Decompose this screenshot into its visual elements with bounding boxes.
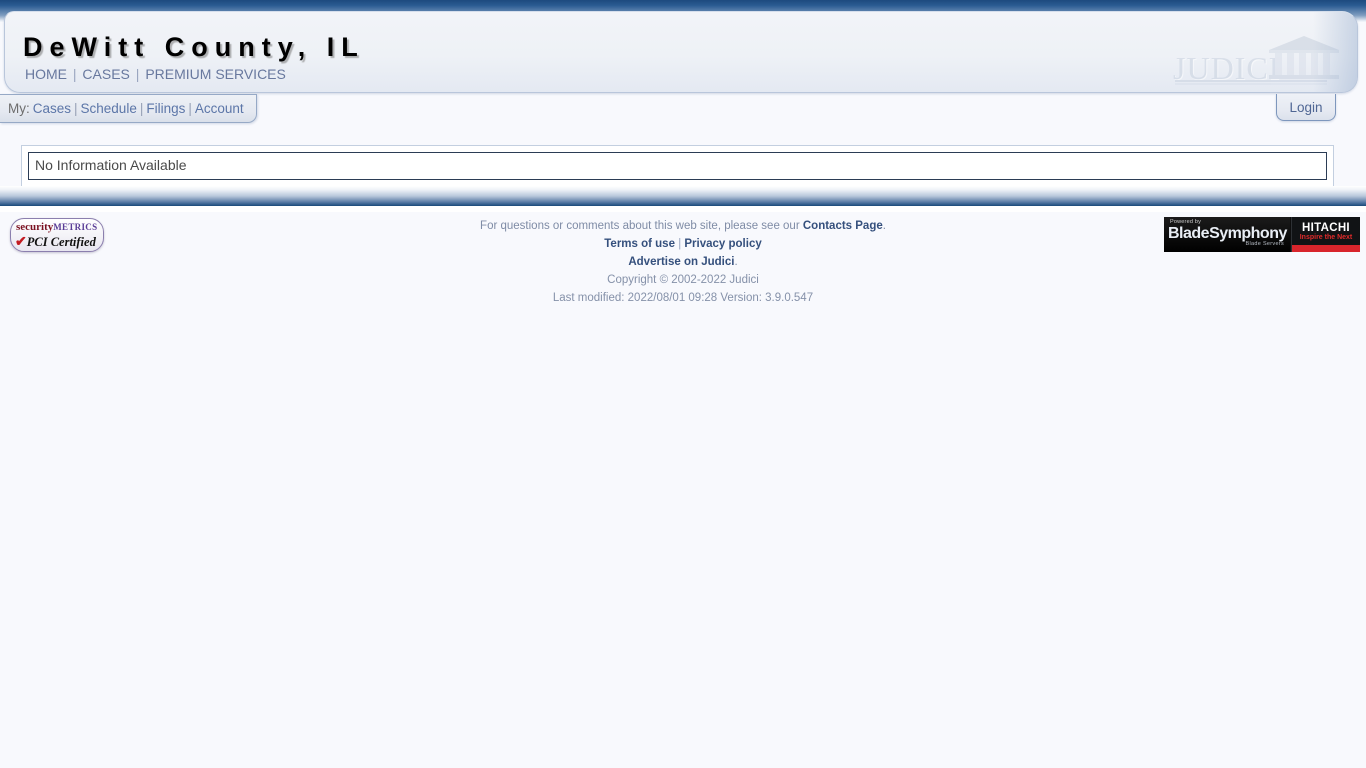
footer-contact-suffix: . <box>882 220 886 232</box>
nav-item-premium-services[interactable]: PREMIUM SERVICES <box>145 66 286 82</box>
footer-link-terms-of-use[interactable]: Terms of use <box>604 238 675 250</box>
bladesymphony-hitachi-banner[interactable]: Powered by BladeSymphony Blade Servers H… <box>1164 217 1360 252</box>
footer-advertise-suffix: . <box>734 256 738 268</box>
my-menu-label: My: <box>8 101 30 116</box>
footer-contact-line: For questions or comments about this web… <box>0 217 1366 235</box>
checkmark-icon: ✔ <box>15 235 27 250</box>
footer-last-modified: Last modified: 2022/08/01 09:28 Version:… <box>552 292 814 304</box>
bladesymphony-subtitle: Blade Servers <box>1245 241 1284 247</box>
my-link-filings[interactable]: Filings <box>146 101 185 116</box>
securitymetrics-certified-line: ✔PCI Certified <box>15 234 96 251</box>
page-footer: For questions or comments about this web… <box>0 212 1366 312</box>
my-link-account[interactable]: Account <box>195 101 244 116</box>
securitymetrics-word-security: security <box>16 221 54 233</box>
securitymetrics-badge[interactable]: securityMETRICS ✔PCI Certified <box>10 218 104 252</box>
nav-item-cases[interactable]: CASES <box>82 66 129 82</box>
my-link-cases[interactable]: Cases <box>33 101 71 116</box>
footer-legal-line: Terms of use | Privacy policy <box>0 235 1366 253</box>
courthouse-icon <box>1269 36 1339 79</box>
footer-contact-prefix: For questions or comments about this web… <box>480 220 803 232</box>
no-information-message: No Information Available <box>28 152 1327 180</box>
nav-item-home[interactable]: HOME <box>25 66 67 82</box>
page-title: DeWitt County, IL <box>23 32 365 62</box>
footer-advertise-line: Advertise on Judici. <box>0 253 1366 271</box>
nav-separator: | <box>135 66 140 82</box>
footer-copyright: Copyright © 2002-2022 Judici <box>607 274 759 286</box>
footer-separator: | <box>678 238 682 250</box>
securitymetrics-wordmark: securityMETRICS <box>16 221 97 233</box>
footer-link-advertise[interactable]: Advertise on Judici <box>628 256 734 268</box>
footer-link-contacts-page[interactable]: Contacts Page <box>803 220 883 232</box>
footer-divider <box>0 186 1366 206</box>
bladesymphony-section: Powered by BladeSymphony Blade Servers <box>1164 217 1290 252</box>
my-separator: | <box>74 101 78 116</box>
judici-logo[interactable]: JUDICI <box>1173 34 1349 92</box>
my-link-schedule[interactable]: Schedule <box>81 101 137 116</box>
hitachi-tagline: Inspire the Next <box>1299 234 1353 241</box>
securitymetrics-certified-text: PCI Certified <box>26 235 96 249</box>
page-root: DeWitt County, IL HOME | CASES | PREMIUM… <box>0 0 1366 768</box>
my-separator: | <box>139 101 144 116</box>
footer-text-block: For questions or comments about this web… <box>0 217 1366 307</box>
hitachi-section: HITACHI Inspire the Next <box>1291 217 1360 252</box>
securitymetrics-word-metrics: METRICS <box>53 222 98 232</box>
my-menu-bar: My: Cases | Schedule | Filings | Account <box>0 94 257 123</box>
nav-separator: | <box>72 66 77 82</box>
content-panel: No Information Available <box>21 145 1334 187</box>
footer-link-privacy-policy[interactable]: Privacy policy <box>684 238 761 250</box>
hitachi-red-bar <box>1292 245 1360 252</box>
primary-nav: HOME | CASES | PREMIUM SERVICES <box>25 66 286 82</box>
hitachi-wordmark: HITACHI <box>1302 222 1350 234</box>
site-header: DeWitt County, IL HOME | CASES | PREMIUM… <box>4 11 1358 93</box>
login-button[interactable]: Login <box>1276 94 1336 121</box>
my-separator: | <box>188 101 192 116</box>
